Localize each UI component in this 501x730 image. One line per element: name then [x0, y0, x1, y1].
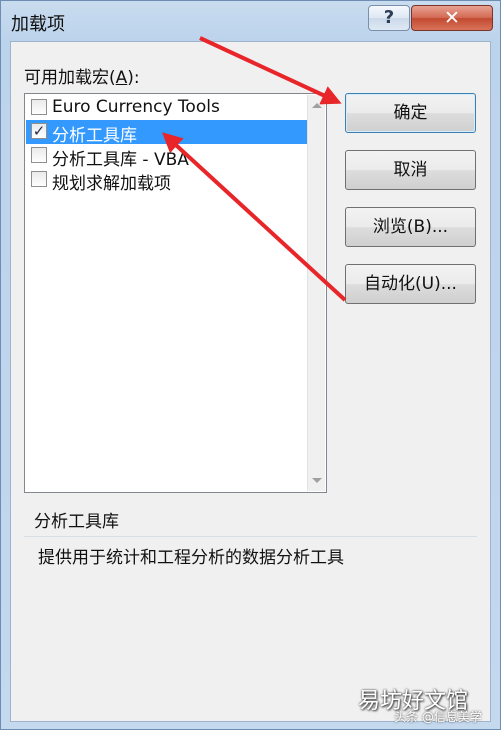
scroll-down-icon[interactable]: [312, 478, 322, 483]
watermark-handle: 头条 @信息美学: [394, 710, 482, 724]
checkbox[interactable]: [31, 147, 47, 163]
description-text: 提供用于统计和工程分析的数据分析工具: [38, 548, 344, 568]
addin-item-label: 分析工具库 - VBA: [52, 150, 189, 170]
title-bar[interactable]: 加载项 ? ✕: [1, 1, 500, 41]
automation-button[interactable]: 自动化(U)...: [345, 264, 476, 304]
addin-item-solver[interactable]: 规划求解加载项: [26, 168, 307, 194]
description-title: 分析工具库: [34, 512, 119, 532]
scroll-up-icon[interactable]: [312, 103, 322, 108]
dialog-title: 加载项: [11, 14, 65, 35]
addin-item-label: 分析工具库: [52, 126, 137, 146]
addin-item-analysis-toolpak-vba[interactable]: 分析工具库 - VBA: [26, 144, 307, 170]
help-button[interactable]: ?: [368, 5, 410, 31]
cancel-button[interactable]: 取消: [345, 150, 476, 190]
addins-listbox[interactable]: Euro Currency Tools ✓ 分析工具库 分析工具库 - VBA …: [24, 93, 327, 493]
checkbox[interactable]: [31, 171, 47, 187]
ok-button[interactable]: 确定: [345, 93, 476, 133]
checkbox[interactable]: ✓: [31, 123, 47, 139]
addin-item-euro-currency[interactable]: Euro Currency Tools: [26, 96, 307, 120]
checkbox[interactable]: [31, 99, 47, 115]
addin-item-label: 规划求解加载项: [52, 174, 171, 194]
addin-item-analysis-toolpak[interactable]: ✓ 分析工具库: [26, 120, 307, 146]
listbox-scrollbar[interactable]: [307, 95, 325, 491]
browse-button[interactable]: 浏览(B)...: [345, 207, 476, 247]
description-group: 分析工具库 提供用于统计和工程分析的数据分析工具: [24, 507, 477, 687]
addin-item-label: Euro Currency Tools: [52, 97, 220, 117]
group-divider: [24, 536, 477, 537]
available-addins-label: 可用加载宏(A):: [24, 68, 140, 88]
close-button[interactable]: ✕: [411, 5, 493, 31]
